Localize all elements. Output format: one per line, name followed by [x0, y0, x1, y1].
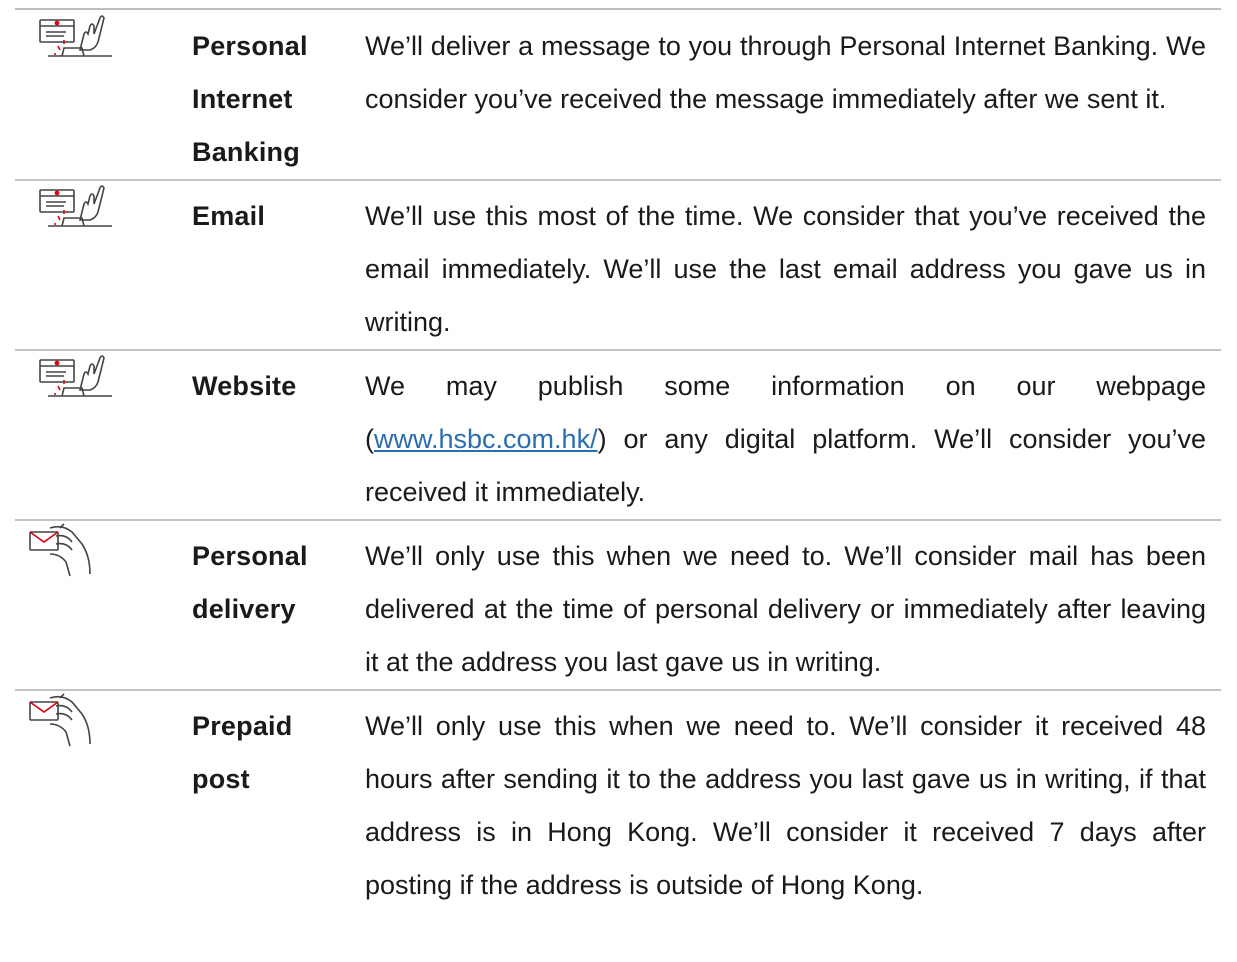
delivery-method-label: Personal Internet Banking — [192, 31, 308, 167]
delivery-method-description: We’ll deliver a message to you through P… — [365, 31, 1206, 114]
delivery-method-label: Email — [192, 201, 266, 231]
computer-hand-icon — [20, 12, 130, 72]
delivery-method-label: Website — [192, 371, 297, 401]
computer-hand-icon — [20, 352, 130, 412]
row-divider — [15, 519, 1221, 521]
delivery-method-label: Personal delivery — [192, 541, 308, 624]
top-divider — [15, 8, 1221, 10]
delivery-method-description: We may publish some information on our w… — [365, 360, 1206, 519]
row-divider — [15, 349, 1221, 351]
hand-envelope-icon — [20, 522, 130, 582]
row-divider — [15, 689, 1221, 691]
computer-hand-icon — [20, 182, 130, 242]
delivery-method-description: We’ll only use this when we need to. We’… — [365, 541, 1206, 677]
delivery-method-description: We’ll use this most of the time. We cons… — [365, 201, 1206, 337]
delivery-method-label: Prepaid post — [192, 711, 293, 794]
row-divider — [15, 179, 1221, 181]
delivery-method-description: We’ll only use this when we need to. We’… — [365, 711, 1206, 900]
hand-envelope-icon — [20, 692, 130, 752]
hsbc-website-link[interactable]: www.hsbc.com.hk/ — [374, 424, 598, 454]
